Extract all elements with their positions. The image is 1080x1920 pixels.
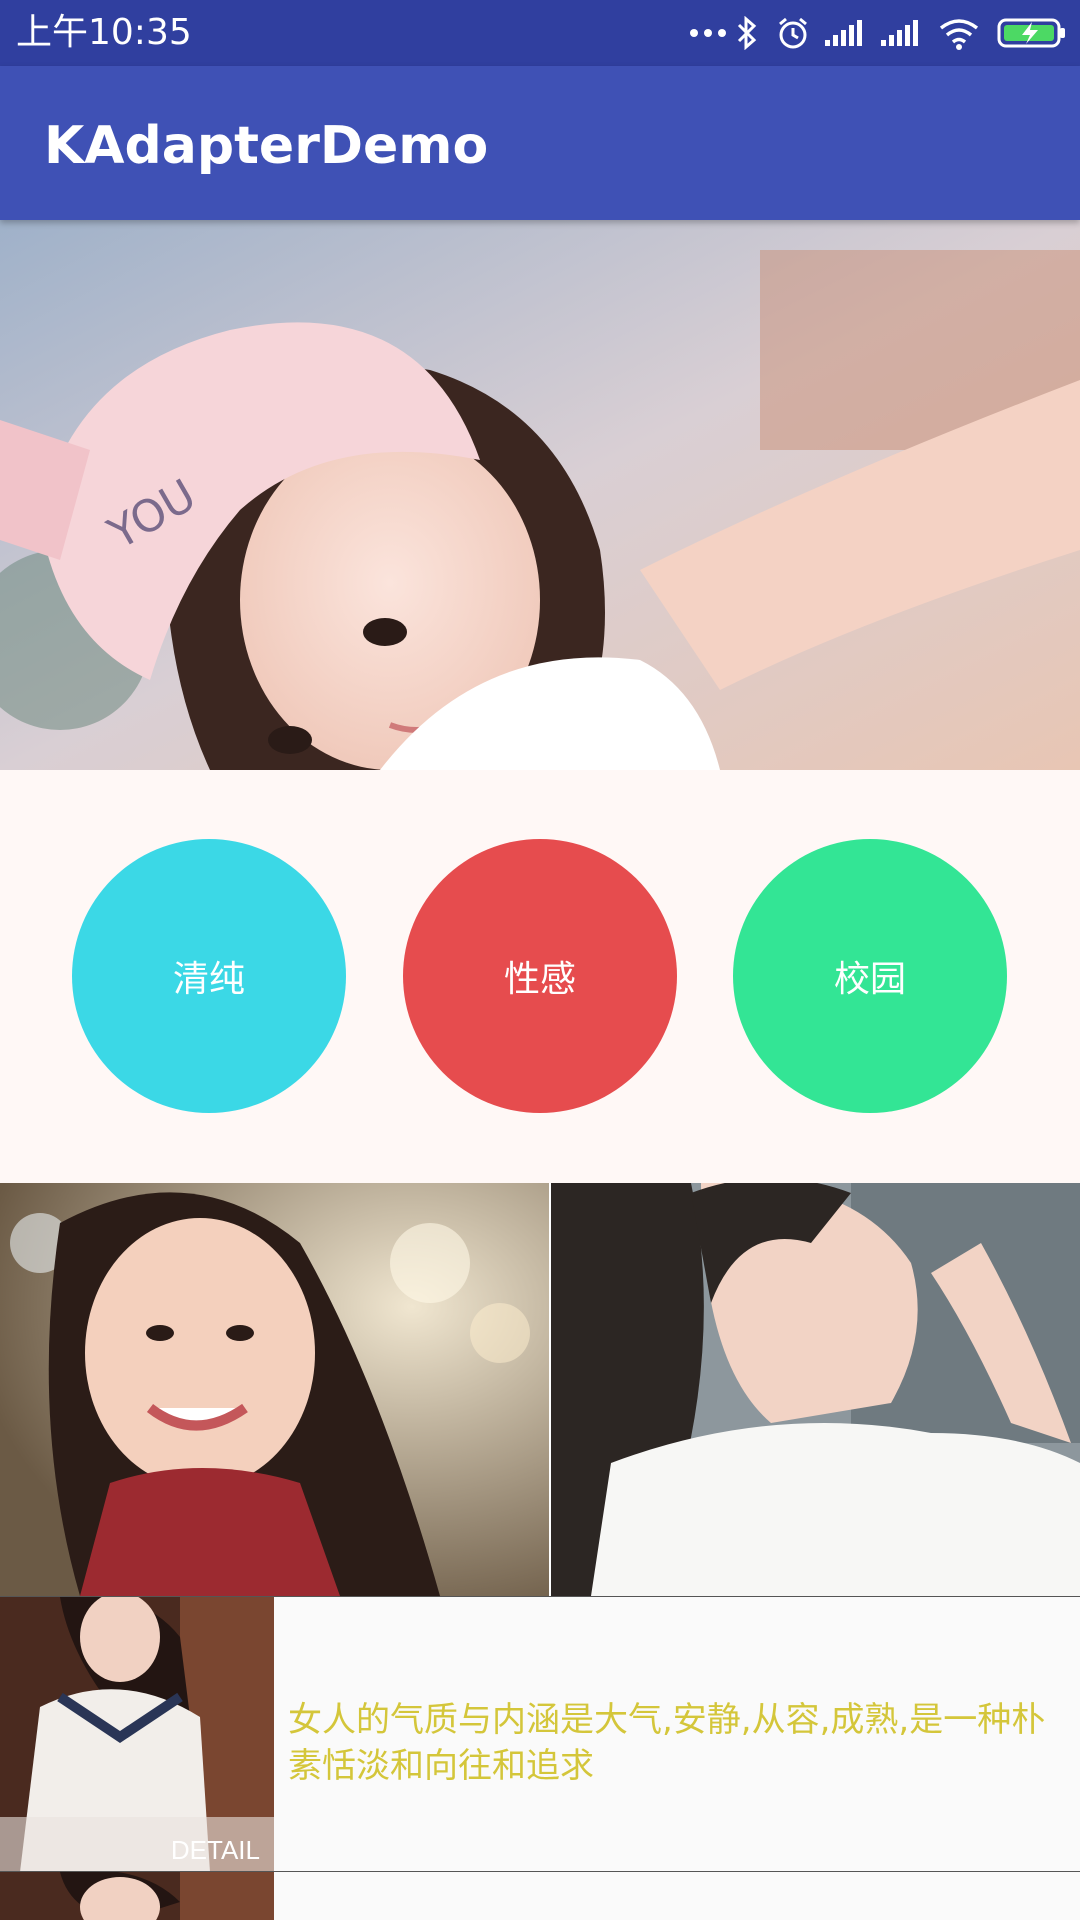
- grid-photo-left[interactable]: [0, 1183, 549, 1596]
- detail-description: 女人的气质与内涵是大气,安静,从容,成熟,是一种朴素恬淡和向往和追求: [288, 1700, 1046, 1786]
- category-section: 清纯 性感 校园: [0, 770, 1080, 1183]
- detail-thumbnail: DETAIL: [0, 1597, 274, 1872]
- category-button-campus[interactable]: 校园: [733, 839, 1007, 1113]
- category-label: 清纯: [172, 959, 245, 1000]
- detail-caption: DETAIL: [170, 1835, 260, 1865]
- signal-icon: [878, 14, 922, 52]
- app-bar: KAdapterDemo: [0, 66, 1080, 220]
- bluetooth-icon: [734, 14, 760, 52]
- app-title: KAdapterDemo: [44, 116, 489, 176]
- photo-grid: [0, 1183, 1080, 1596]
- category-label: 校园: [833, 959, 906, 1000]
- alarm-icon: [774, 14, 812, 52]
- detail-thumbnail: [0, 1872, 274, 1920]
- status-bar: 上午10:35: [0, 0, 1080, 66]
- battery-charging-icon: [994, 14, 1070, 52]
- status-time: 上午10:35: [16, 12, 192, 53]
- signal-icon: [822, 14, 866, 52]
- detail-list-item[interactable]: [0, 1871, 1080, 1920]
- wifi-icon: [936, 14, 982, 52]
- more-dots-icon: [688, 14, 728, 52]
- category-button-sexy[interactable]: 性感: [403, 839, 677, 1113]
- category-button-pure[interactable]: 清纯: [72, 839, 346, 1113]
- detail-list-item[interactable]: DETAIL 女人的气质与内涵是大气,安静,从容,成熟,是一种朴素恬淡和向往和追…: [0, 1596, 1080, 1872]
- grid-photo-right[interactable]: [551, 1183, 1080, 1596]
- banner-image[interactable]: YOU: [0, 220, 1080, 770]
- banner-photo: YOU: [0, 220, 1080, 770]
- category-label: 性感: [503, 959, 576, 1000]
